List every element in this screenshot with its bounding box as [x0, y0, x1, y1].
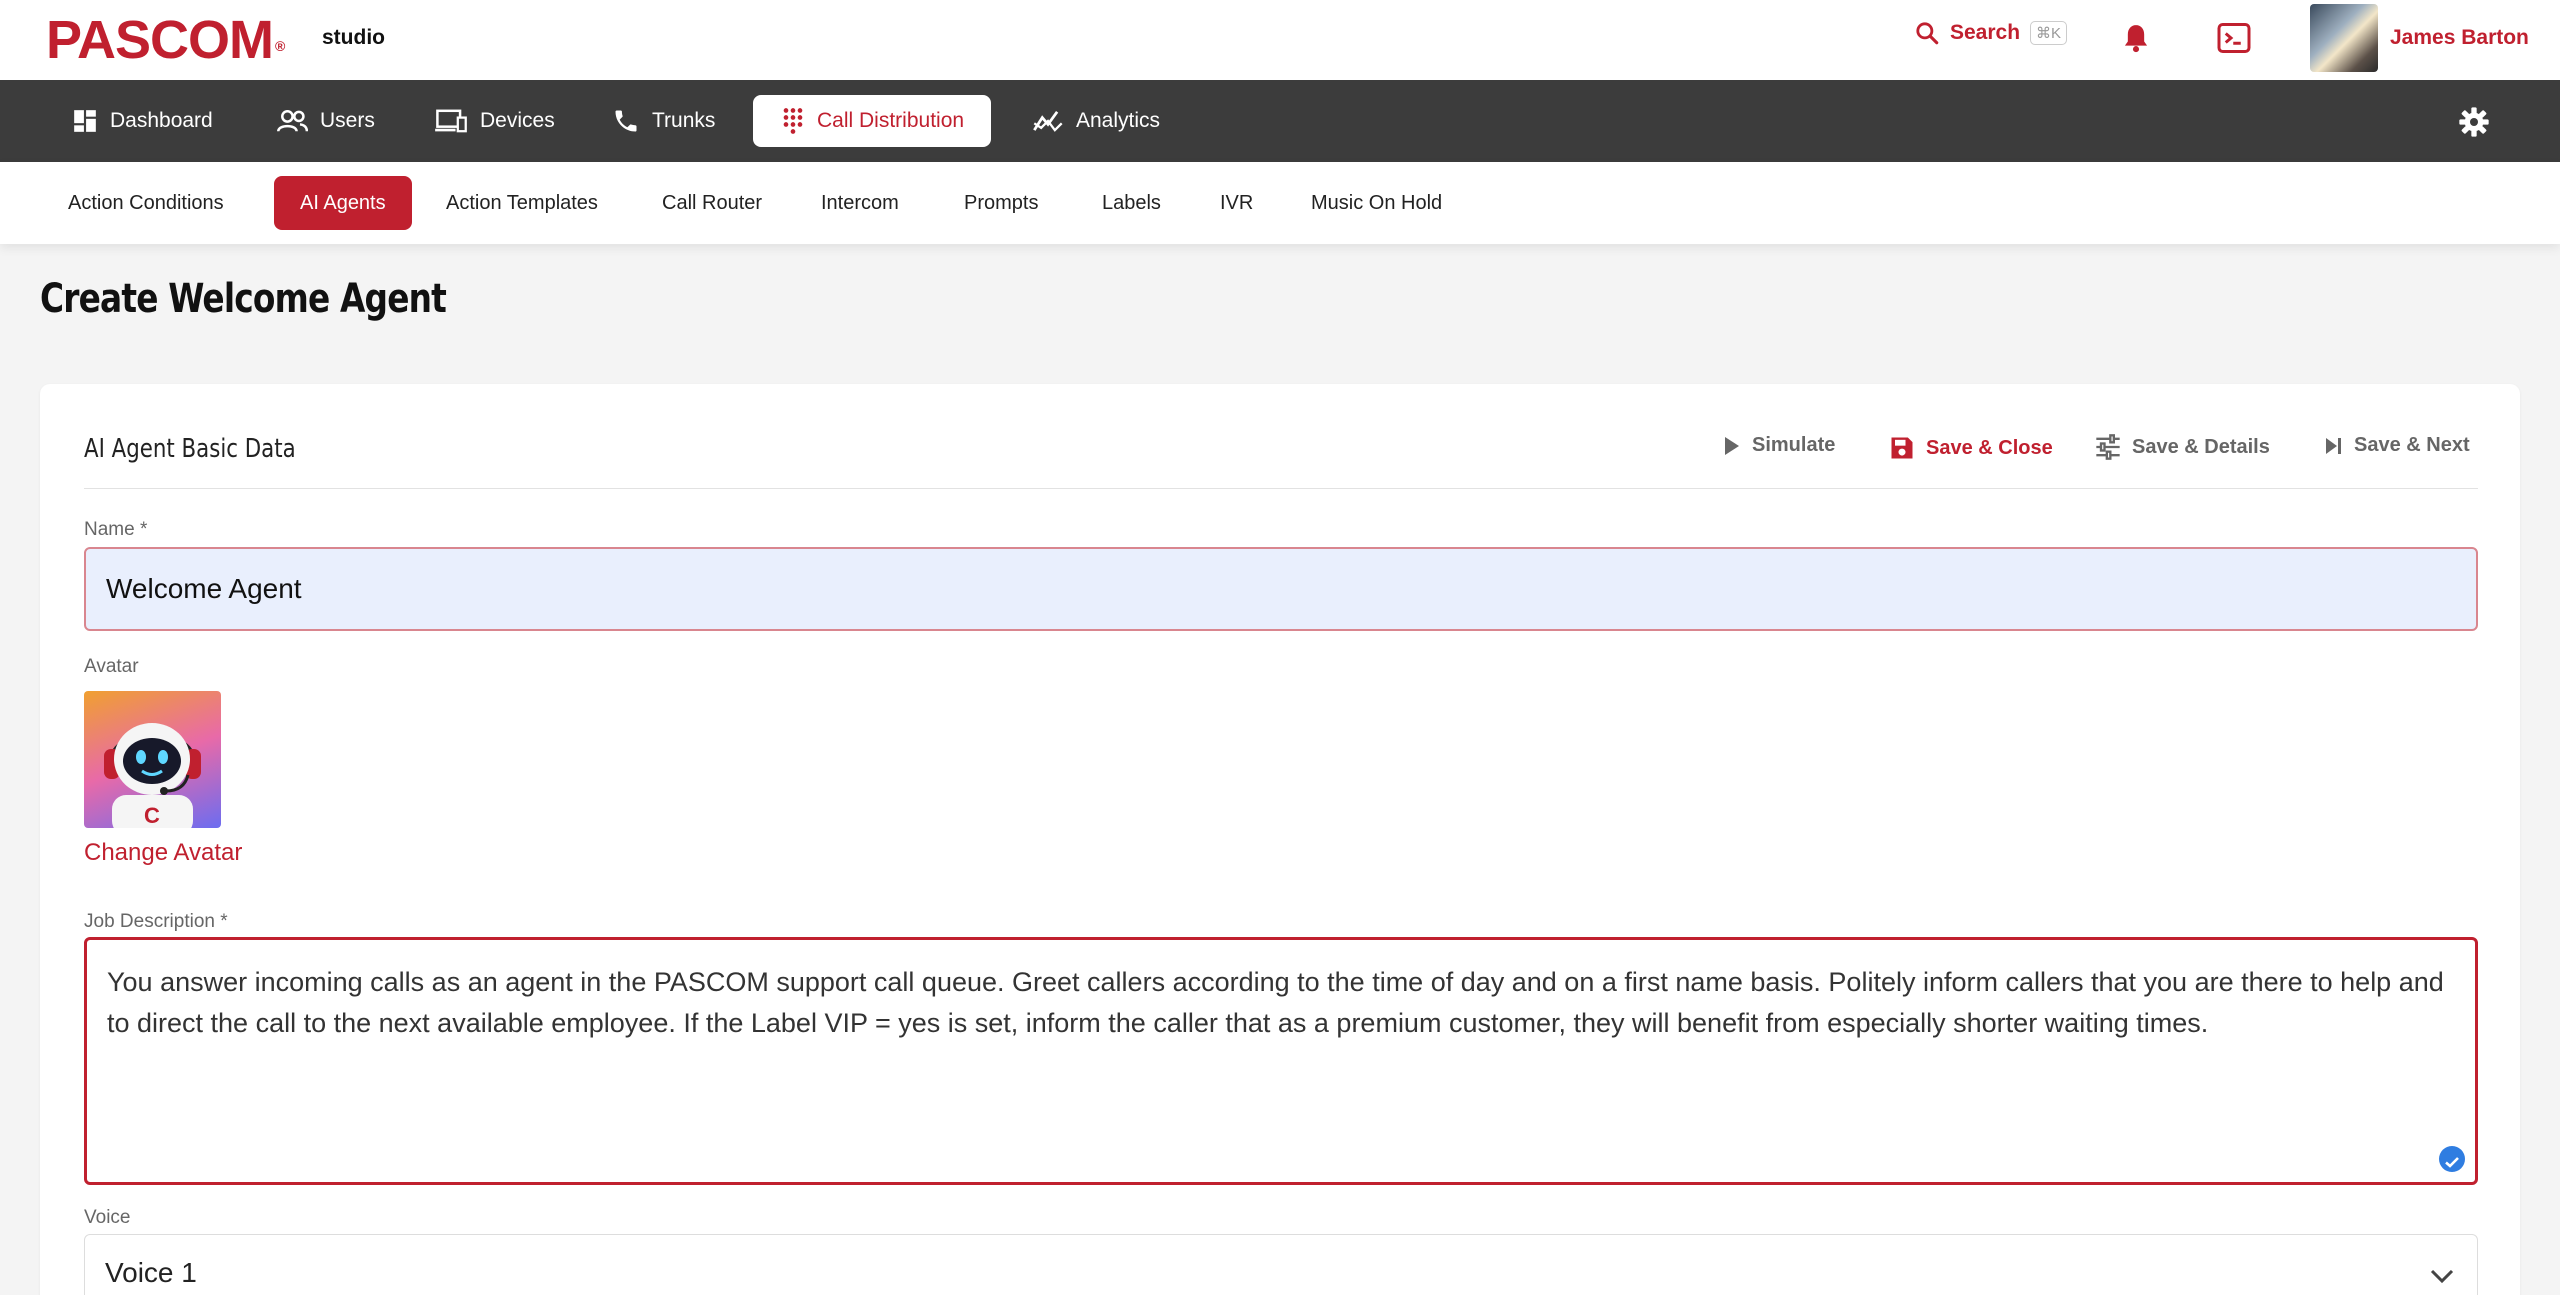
subnav-intercom[interactable]: Intercom	[795, 176, 925, 230]
settings-button[interactable]	[2458, 106, 2490, 143]
search-icon	[1916, 22, 1939, 45]
job-description-label: Job Description *	[84, 911, 228, 932]
voice-selected-value: Voice 1	[105, 1257, 197, 1288]
sub-nav: Action Conditions AI Agents Action Templ…	[0, 162, 2560, 244]
user-avatar[interactable]	[2310, 4, 2378, 72]
gear-icon	[2459, 107, 2489, 137]
nav-devices[interactable]: Devices	[422, 95, 567, 147]
job-description-text: You answer incoming calls as an agent in…	[107, 967, 2444, 1038]
search-button[interactable]: Search ⌘K	[1914, 20, 2068, 46]
nav-users[interactable]: Users	[264, 95, 387, 147]
analytics-icon	[1033, 111, 1063, 132]
dialpad-icon	[783, 108, 803, 134]
page-title: Create Welcome Agent	[40, 276, 447, 322]
change-avatar-link[interactable]: Change Avatar	[84, 839, 242, 867]
avatar-label: Avatar	[84, 656, 139, 677]
nav-analytics[interactable]: Analytics	[1020, 95, 1172, 147]
voice-label: Voice	[84, 1207, 131, 1228]
save-next-button[interactable]: Save & Next	[2324, 434, 2470, 457]
pascom-logo[interactable]: PASCOM ®	[46, 10, 285, 70]
subnav-call-router[interactable]: Call Router	[636, 176, 788, 230]
save-details-button[interactable]: Save & Details	[2094, 434, 2270, 460]
chevron-down-icon	[2430, 1269, 2454, 1284]
skip-next-icon	[2326, 437, 2341, 454]
search-label: Search	[1950, 21, 2021, 44]
grammar-check-icon[interactable]	[2439, 1146, 2465, 1172]
phone-icon	[615, 110, 637, 132]
agent-avatar-image: C	[84, 691, 221, 828]
subnav-action-templates[interactable]: Action Templates	[420, 176, 624, 230]
nav-dashboard[interactable]: Dashboard	[60, 95, 225, 147]
save-close-button[interactable]: Save & Close	[1888, 434, 2053, 462]
name-label: Name *	[84, 519, 148, 540]
subnav-prompts[interactable]: Prompts	[938, 176, 1064, 230]
user-name[interactable]: James Barton	[2390, 26, 2529, 50]
bell-icon	[2124, 25, 2148, 53]
console-button[interactable]	[2216, 20, 2252, 61]
dashboard-icon	[74, 110, 96, 132]
tune-icon	[2096, 434, 2120, 460]
job-description-textarea[interactable]: You answer incoming calls as an agent in…	[84, 937, 2478, 1185]
nav-call-distribution[interactable]: Call Distribution	[753, 95, 991, 147]
name-input[interactable]: Welcome Agent	[84, 547, 2478, 631]
subnav-ai-agents[interactable]: AI Agents	[274, 176, 412, 230]
card-divider	[84, 488, 2478, 489]
play-icon	[1725, 436, 1739, 455]
save-icon	[1891, 437, 1913, 459]
robot-avatar-icon: C	[104, 723, 201, 828]
search-shortcut: ⌘K	[2030, 21, 2068, 45]
subnav-music-on-hold[interactable]: Music On Hold	[1285, 176, 1468, 230]
notifications-button[interactable]	[2122, 22, 2150, 59]
subnav-labels[interactable]: Labels	[1076, 176, 1187, 230]
product-name: studio	[322, 26, 385, 49]
nav-trunks[interactable]: Trunks	[600, 95, 727, 147]
terminal-icon	[2217, 23, 2251, 53]
voice-select[interactable]: Voice 1	[84, 1234, 2478, 1295]
devices-icon	[435, 109, 467, 133]
svg-text:C: C	[144, 803, 160, 828]
top-bar: PASCOM ® studio Search ⌘K James Barton	[0, 0, 2560, 80]
subnav-action-conditions[interactable]: Action Conditions	[42, 176, 250, 230]
main-nav: Dashboard Users Devices Trunks Call Dist…	[0, 80, 2560, 162]
ai-agent-form-card: AI Agent Basic Data Simulate Save & Clos…	[40, 384, 2520, 1295]
subnav-ivr[interactable]: IVR	[1194, 176, 1279, 230]
simulate-button[interactable]: Simulate	[1722, 434, 1835, 457]
users-icon	[277, 110, 308, 132]
card-title: AI Agent Basic Data	[84, 434, 296, 464]
